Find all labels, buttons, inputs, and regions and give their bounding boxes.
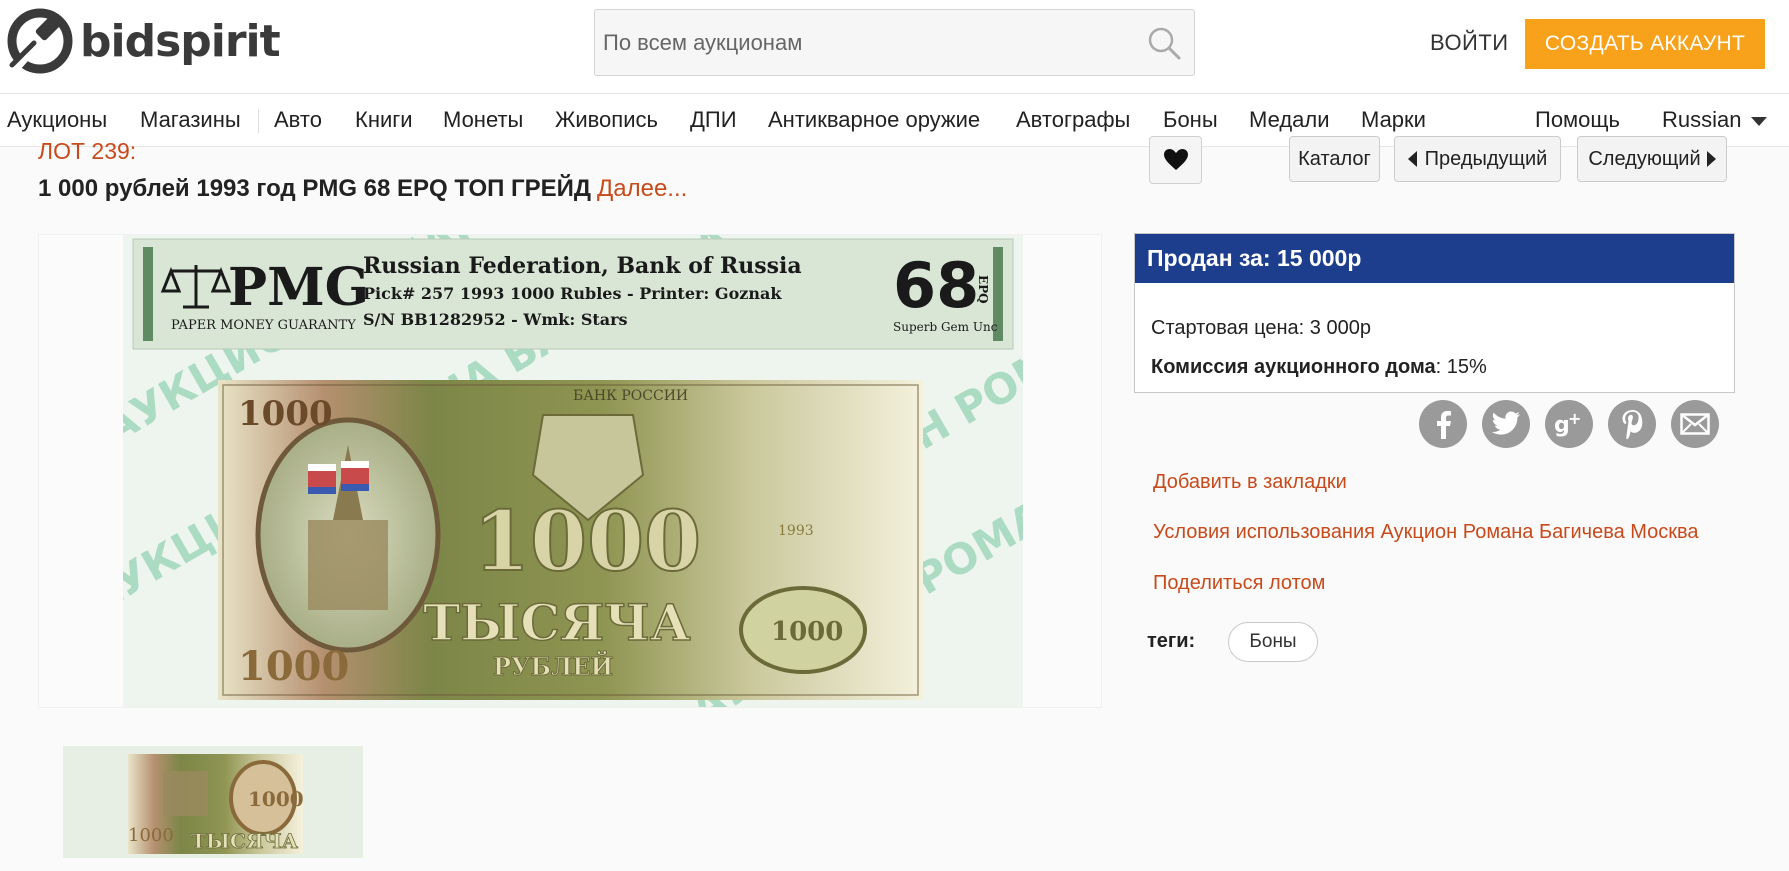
note-words: ТЫСЯЧА: [423, 593, 691, 652]
google-plus-share-button[interactable]: g +: [1545, 400, 1593, 448]
lot-title-text: 1 000 рублей 1993 год PMG 68 EPQ ТОП ГРЕ…: [38, 175, 591, 202]
pmg-logo-text: PMG: [228, 257, 369, 318]
share-lot-link[interactable]: Поделиться лотом: [1153, 572, 1325, 595]
thumb-note-words: ТЫСЯЧА: [191, 829, 299, 853]
login-link[interactable]: ВОЙТИ: [1430, 30, 1509, 56]
commission-row: Комиссия аукционного дома: 15%: [1151, 356, 1487, 379]
mail-icon: [1680, 413, 1710, 435]
note-value-top: 1000: [238, 394, 333, 434]
nav-item-stamps[interactable]: Марки: [1361, 107, 1426, 133]
lot-number: ЛОТ 239:: [38, 138, 137, 164]
nav-divider: [258, 109, 259, 133]
note-currency: РУБЛЕЙ: [493, 650, 613, 681]
note-value-center: 1000: [473, 494, 701, 590]
commission-value: : 15%: [1435, 356, 1487, 378]
nav-item-shops[interactable]: Магазины: [140, 107, 241, 133]
nav-item-painting[interactable]: Живопись: [555, 107, 658, 133]
chevron-down-icon: [1751, 116, 1768, 126]
next-label: Следующий: [1588, 147, 1701, 170]
google-plus-icon: g+: [1554, 410, 1581, 438]
site-logo[interactable]: bidspirit: [6, 6, 281, 76]
lot-main-image[interactable]: АУКЦИОН РОМАНА БАГИЧЕВА АУКЦИОН РОМАНА Б…: [123, 235, 1023, 707]
nav-item-dpi[interactable]: ДПИ: [690, 107, 737, 133]
search-box: [594, 9, 1195, 76]
note-year: 1993: [778, 523, 814, 539]
start-price-row: Стартовая цена: 3 000р: [1151, 317, 1371, 340]
create-account-button[interactable]: СОЗДАТЬ АККАУНТ: [1525, 19, 1765, 69]
read-more-link[interactable]: Далее...: [597, 175, 687, 202]
nav-help[interactable]: Помощь: [1535, 107, 1620, 133]
previous-button[interactable]: Предыдущий: [1394, 136, 1561, 182]
start-price-label: Стартовая цена:: [1151, 317, 1305, 339]
nav-item-coins[interactable]: Монеты: [443, 107, 523, 133]
nav-item-medals[interactable]: Медали: [1249, 107, 1330, 133]
terms-link[interactable]: Условия использования Аукцион Романа Баг…: [1153, 521, 1699, 544]
nav-item-banknotes[interactable]: Боны: [1163, 107, 1218, 133]
nav-item-autographs[interactable]: Автографы: [1016, 107, 1130, 133]
favorite-button[interactable]: [1149, 136, 1202, 184]
pmg-subtitle: PAPER MONEY GUARANTY: [171, 318, 356, 333]
commission-label: Комиссия аукционного дома: [1151, 356, 1436, 378]
site-header: bidspirit ВОЙТИ СОЗДАТЬ АККАУНТ: [0, 0, 1789, 93]
facebook-share-button[interactable]: [1419, 400, 1467, 448]
price-panel: Продан за: 15 000р Стартовая цена: 3 000…: [1134, 233, 1735, 393]
logo-text: bidspirit: [80, 15, 281, 67]
nav-item-auctions[interactable]: Аукционы: [7, 107, 107, 133]
chevron-right-icon: [1706, 151, 1716, 167]
nav-item-antique-weapons[interactable]: Антикварное оружие: [768, 107, 980, 133]
note-value-bottom: 1000: [238, 643, 349, 690]
thumb-note-value: 1000: [248, 787, 304, 811]
heart-icon: [1163, 149, 1188, 170]
search-icon[interactable]: [1134, 13, 1194, 73]
lot-thumbnail[interactable]: 1000 1000 ТЫСЯЧА: [63, 746, 363, 858]
search-input[interactable]: [595, 10, 1134, 75]
tags-label: теги:: [1147, 630, 1196, 652]
thumb-note-value-corner: 1000: [128, 825, 174, 846]
sold-price-header: Продан за: 15 000р: [1135, 234, 1734, 283]
chevron-left-icon: [1407, 151, 1417, 167]
catalog-button[interactable]: Каталог: [1289, 136, 1380, 182]
lot-title: 1 000 рублей 1993 год PMG 68 EPQ ТОП ГРЕ…: [38, 175, 687, 203]
grade-number: 68: [893, 249, 979, 322]
bidspirit-logo-icon: [7, 8, 73, 74]
nav-item-books[interactable]: Книги: [355, 107, 413, 133]
note-bank: БАНК РОССИИ: [573, 388, 688, 404]
sold-value: 15 000р: [1276, 245, 1362, 271]
nav-item-auto[interactable]: Авто: [274, 107, 322, 133]
label-line-3: S/N BB1282952 - Wmk: Stars: [363, 310, 628, 329]
language-select[interactable]: Russian: [1662, 107, 1768, 133]
label-line-2: Pick# 257 1993 1000 Rubles - Printer: Go…: [363, 284, 782, 303]
bookmark-link[interactable]: Добавить в закладки: [1153, 471, 1347, 494]
language-label: Russian: [1662, 107, 1742, 132]
grade-description: Superb Gem Unc: [893, 320, 998, 334]
pinterest-share-button[interactable]: [1608, 400, 1656, 448]
email-share-button[interactable]: [1671, 400, 1719, 448]
next-button[interactable]: Следующий: [1577, 136, 1727, 182]
lot-image-frame[interactable]: АУКЦИОН РОМАНА БАГИЧЕВА АУКЦИОН РОМАНА Б…: [38, 234, 1102, 708]
grade-suffix: EPQ: [976, 275, 990, 304]
pinterest-icon: [1622, 410, 1643, 439]
facebook-icon: [1437, 411, 1451, 439]
previous-label: Предыдущий: [1424, 147, 1548, 170]
svg-text:+: +: [1568, 410, 1581, 428]
note-value-medallion: 1000: [771, 617, 843, 647]
label-line-1: Russian Federation, Bank of Russia: [363, 253, 802, 279]
start-price-value: 3 000р: [1309, 317, 1371, 339]
tag-chip[interactable]: Боны: [1228, 622, 1318, 662]
twitter-share-button[interactable]: [1482, 400, 1530, 448]
sold-label: Продан за:: [1147, 245, 1271, 271]
twitter-icon: [1492, 411, 1520, 435]
